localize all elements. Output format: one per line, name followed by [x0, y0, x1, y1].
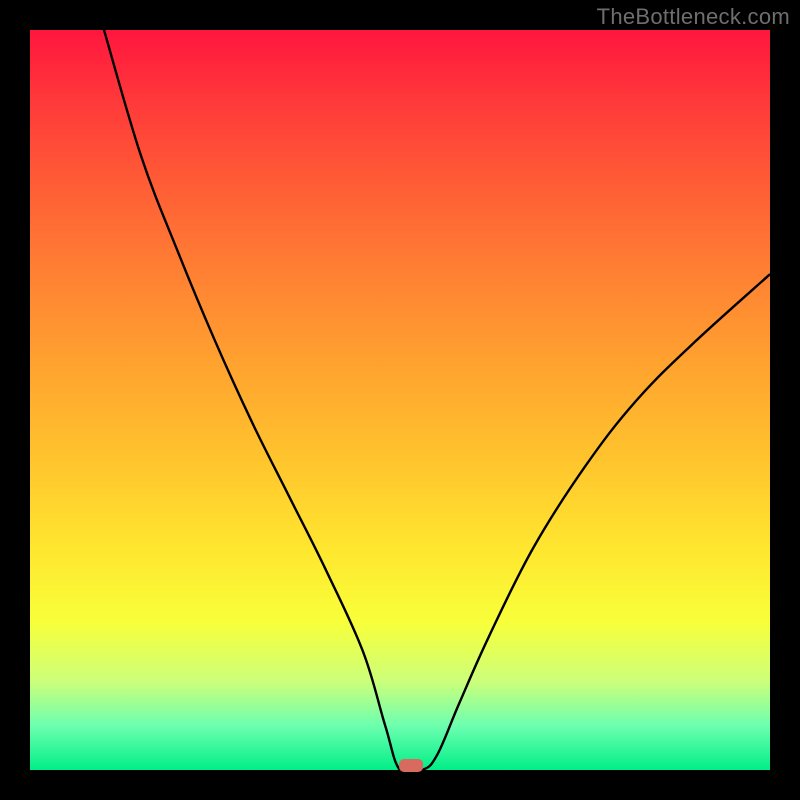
optimal-point-marker	[399, 759, 423, 772]
chart-frame: TheBottleneck.com	[0, 0, 800, 800]
chart-svg	[30, 30, 770, 770]
watermark-text: TheBottleneck.com	[597, 4, 790, 30]
plot-area	[30, 30, 770, 770]
bottleneck-curve	[104, 30, 770, 774]
